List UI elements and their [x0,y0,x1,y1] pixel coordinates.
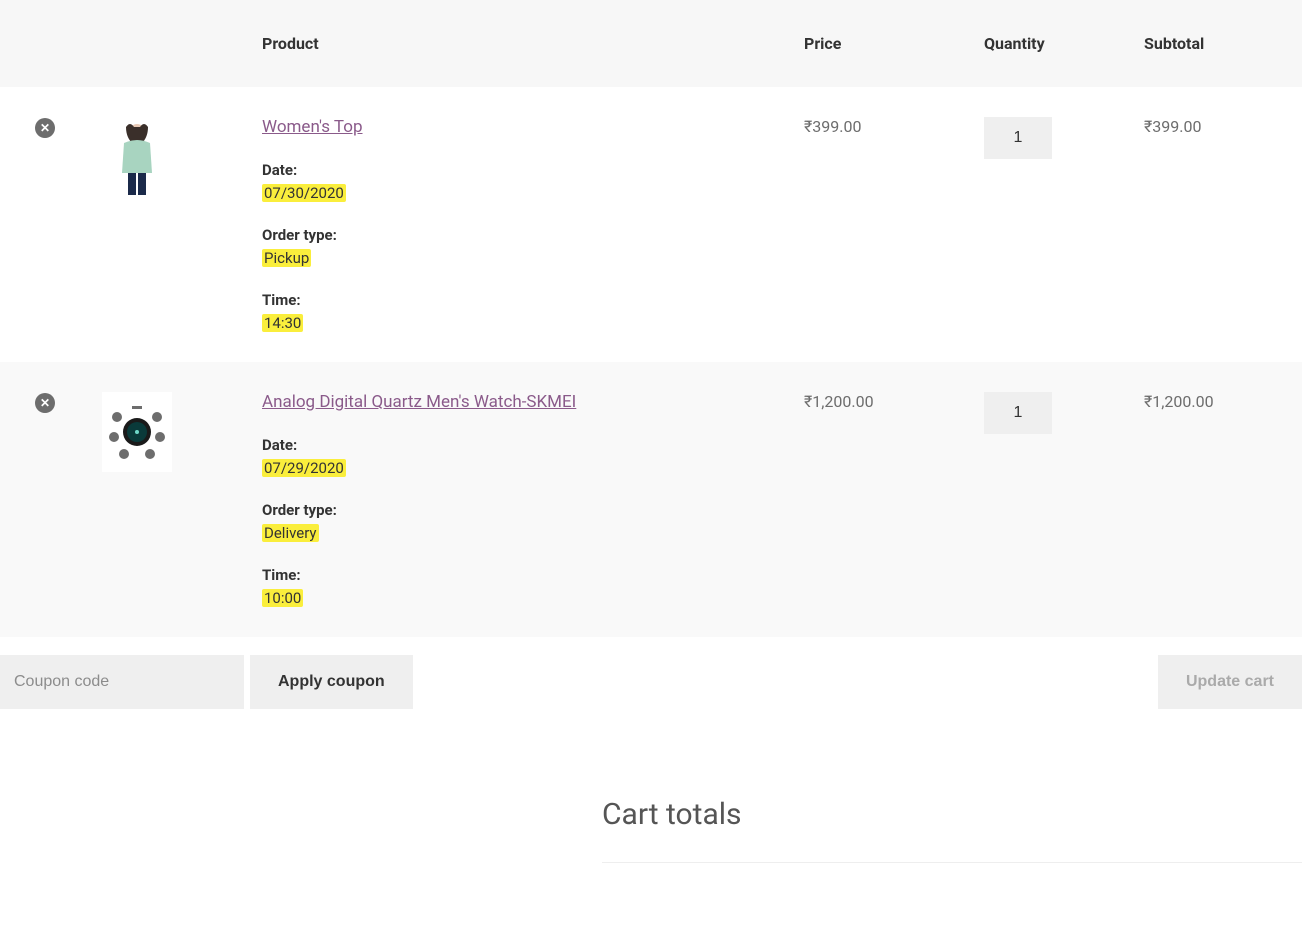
remove-item-button[interactable]: ✕ [35,393,55,413]
divider [602,862,1302,863]
price-cell: ₹1,200.00 [792,362,972,637]
time-label: Time: [262,566,780,584]
cart-row: ✕ [0,362,1302,637]
subtotal-cell: ₹1,200.00 [1132,362,1302,637]
time-label: Time: [262,291,780,309]
order-type-label: Order type: [262,501,780,519]
date-value: 07/29/2020 [262,459,346,477]
close-icon: ✕ [40,396,50,410]
col-price-header: Price [792,0,972,87]
col-remove-header [0,0,90,87]
cart-table: Product Price Quantity Subtotal ✕ [0,0,1302,727]
womens-top-image [102,117,172,197]
cart-header-row: Product Price Quantity Subtotal [0,0,1302,87]
product-thumbnail[interactable] [102,117,172,197]
order-type-value: Pickup [262,249,311,267]
cart-row: ✕ Women's Top Date [0,87,1302,362]
time-value: 10:00 [262,589,303,607]
date-value: 07/30/2020 [262,184,346,202]
product-link[interactable]: Women's Top [262,117,363,137]
col-subtotal-header: Subtotal [1132,0,1302,87]
col-thumb-header [90,0,250,87]
subtotal-cell: ₹399.00 [1132,87,1302,362]
cart-totals-section: Cart totals [0,797,1302,863]
close-icon: ✕ [40,121,50,135]
date-label: Date: [262,161,780,179]
order-type-label: Order type: [262,226,780,244]
quantity-input[interactable] [984,117,1052,159]
cart-actions-row: Apply coupon Update cart [0,637,1302,727]
order-type-value: Delivery [262,524,319,542]
col-product-header: Product [250,0,792,87]
time-value: 14:30 [262,314,303,332]
product-thumbnail[interactable] [102,392,172,472]
update-cart-button[interactable]: Update cart [1158,655,1302,709]
remove-item-button[interactable]: ✕ [35,118,55,138]
apply-coupon-button[interactable]: Apply coupon [250,655,413,709]
watch-image [102,392,172,472]
cart-totals-title: Cart totals [602,797,1302,832]
date-label: Date: [262,436,780,454]
quantity-input[interactable] [984,392,1052,434]
price-cell: ₹399.00 [792,87,972,362]
col-quantity-header: Quantity [972,0,1132,87]
product-link[interactable]: Analog Digital Quartz Men's Watch-SKMEI [262,392,576,412]
coupon-code-input[interactable] [0,655,244,709]
